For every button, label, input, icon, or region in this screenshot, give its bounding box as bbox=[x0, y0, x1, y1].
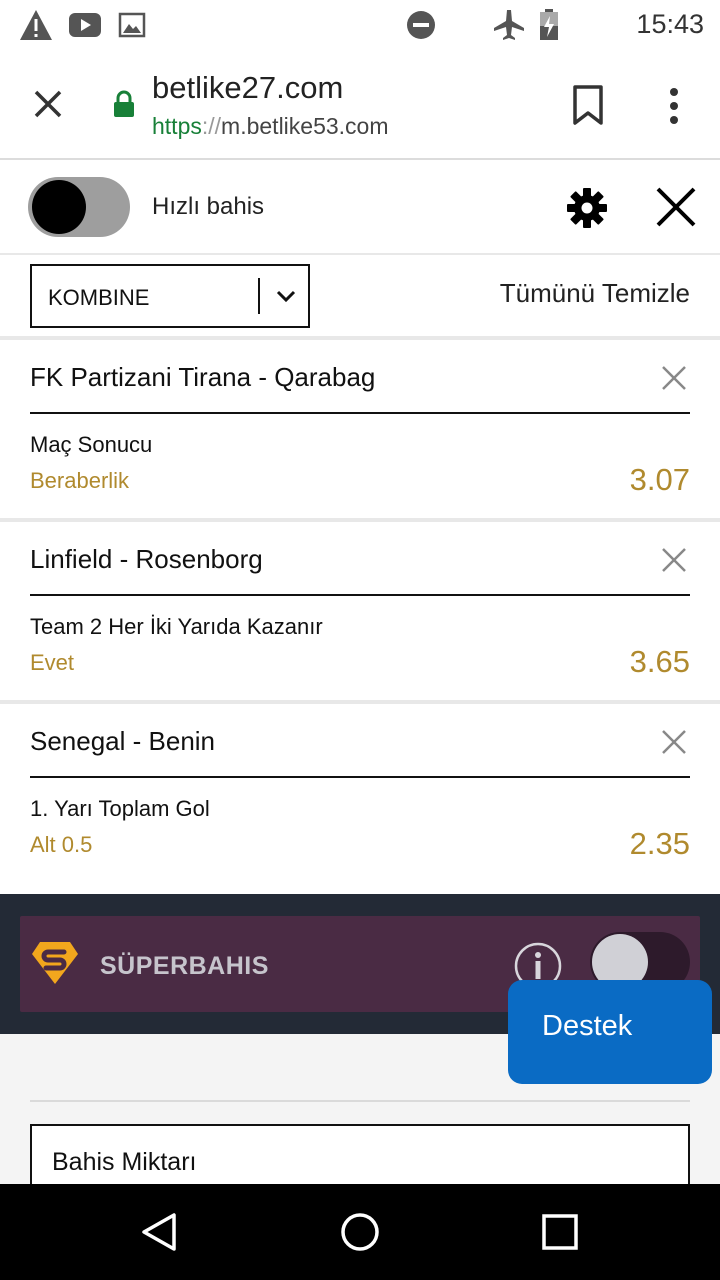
remove-bet-icon[interactable] bbox=[660, 728, 688, 756]
bet-divider bbox=[30, 412, 690, 414]
quick-bet-label: Hızlı bahis bbox=[152, 193, 265, 220]
url-scheme: https bbox=[152, 113, 202, 139]
url-bar[interactable]: https://m.betlike53.com bbox=[152, 113, 389, 140]
bet-type-value: KOMBINE bbox=[48, 285, 150, 310]
stake-divider bbox=[30, 1100, 690, 1102]
bet-match: Senegal - Benin bbox=[30, 726, 216, 756]
bet-selection: Alt 0.5 bbox=[30, 832, 93, 857]
bet-match: Linfield - Rosenborg bbox=[30, 544, 263, 574]
page-title: betlike27.com bbox=[152, 70, 344, 105]
clear-all-button[interactable]: Tümünü Temizle bbox=[500, 278, 690, 309]
browser-toolbar: betlike27.com https://m.betlike53.com bbox=[0, 50, 720, 160]
youtube-icon bbox=[69, 13, 101, 37]
navigation-bar bbox=[0, 1184, 720, 1280]
battery-charging-icon bbox=[540, 9, 558, 40]
superbahis-label: SÜPERBAHIS bbox=[100, 952, 269, 980]
close-icon[interactable] bbox=[28, 84, 68, 124]
superbahis-logo-icon bbox=[32, 942, 78, 984]
bet-divider bbox=[30, 776, 690, 778]
bet-market: Team 2 Her İki Yarıda Kazanır bbox=[30, 614, 323, 639]
bet-selection: Evet bbox=[30, 650, 75, 675]
support-button[interactable]: Destek bbox=[508, 980, 712, 1084]
bet-odds: 3.07 bbox=[629, 462, 690, 497]
toggle-knob bbox=[32, 180, 86, 234]
remove-bet-icon[interactable] bbox=[660, 364, 688, 392]
bet-market: Maç Sonucu bbox=[30, 432, 153, 457]
gear-icon[interactable] bbox=[566, 187, 608, 229]
bet-selection: Beraberlik bbox=[30, 468, 130, 493]
remove-bet-icon[interactable] bbox=[660, 546, 688, 574]
bet-divider bbox=[30, 594, 690, 596]
url-host: m.betlike53.com bbox=[221, 113, 389, 139]
back-icon[interactable] bbox=[138, 1210, 182, 1254]
recents-icon[interactable] bbox=[538, 1210, 582, 1254]
bookmark-icon[interactable] bbox=[570, 84, 606, 126]
bet-type-row: KOMBINE Tümünü Temizle bbox=[0, 256, 720, 336]
close-betslip-icon[interactable] bbox=[654, 185, 698, 229]
bet-item: Senegal - Benin 1. Yarı Toplam Gol Alt 0… bbox=[0, 700, 720, 882]
support-label: Destek bbox=[542, 1010, 633, 1042]
quick-bet-row: Hızlı bahis bbox=[0, 161, 720, 255]
bet-list: FK Partizani Tirana - Qarabag Maç Sonucu… bbox=[0, 336, 720, 882]
bet-item: FK Partizani Tirana - Qarabag Maç Sonucu… bbox=[0, 336, 720, 518]
home-icon[interactable] bbox=[338, 1210, 382, 1254]
chevron-down-icon bbox=[276, 290, 296, 303]
more-vert-icon[interactable] bbox=[662, 86, 686, 126]
quick-bet-toggle[interactable] bbox=[28, 177, 130, 237]
warning-icon bbox=[20, 10, 52, 40]
bet-odds: 3.65 bbox=[629, 644, 690, 679]
status-time: 15:43 bbox=[636, 9, 704, 39]
do-not-disturb-icon bbox=[407, 11, 435, 39]
stake-label: Bahis Miktarı bbox=[52, 1148, 197, 1176]
select-divider bbox=[258, 278, 260, 314]
bet-match: FK Partizani Tirana - Qarabag bbox=[30, 362, 376, 392]
airplane-mode-icon bbox=[494, 10, 524, 40]
url-separator: :// bbox=[201, 113, 222, 139]
lock-icon bbox=[114, 90, 134, 117]
bet-market: 1. Yarı Toplam Gol bbox=[30, 796, 210, 821]
image-icon bbox=[118, 12, 146, 38]
status-bar: 15:43 bbox=[0, 0, 720, 50]
bet-odds: 2.35 bbox=[629, 826, 690, 861]
bet-type-select[interactable]: KOMBINE bbox=[30, 264, 310, 328]
bet-item: Linfield - Rosenborg Team 2 Her İki Yarı… bbox=[0, 518, 720, 700]
